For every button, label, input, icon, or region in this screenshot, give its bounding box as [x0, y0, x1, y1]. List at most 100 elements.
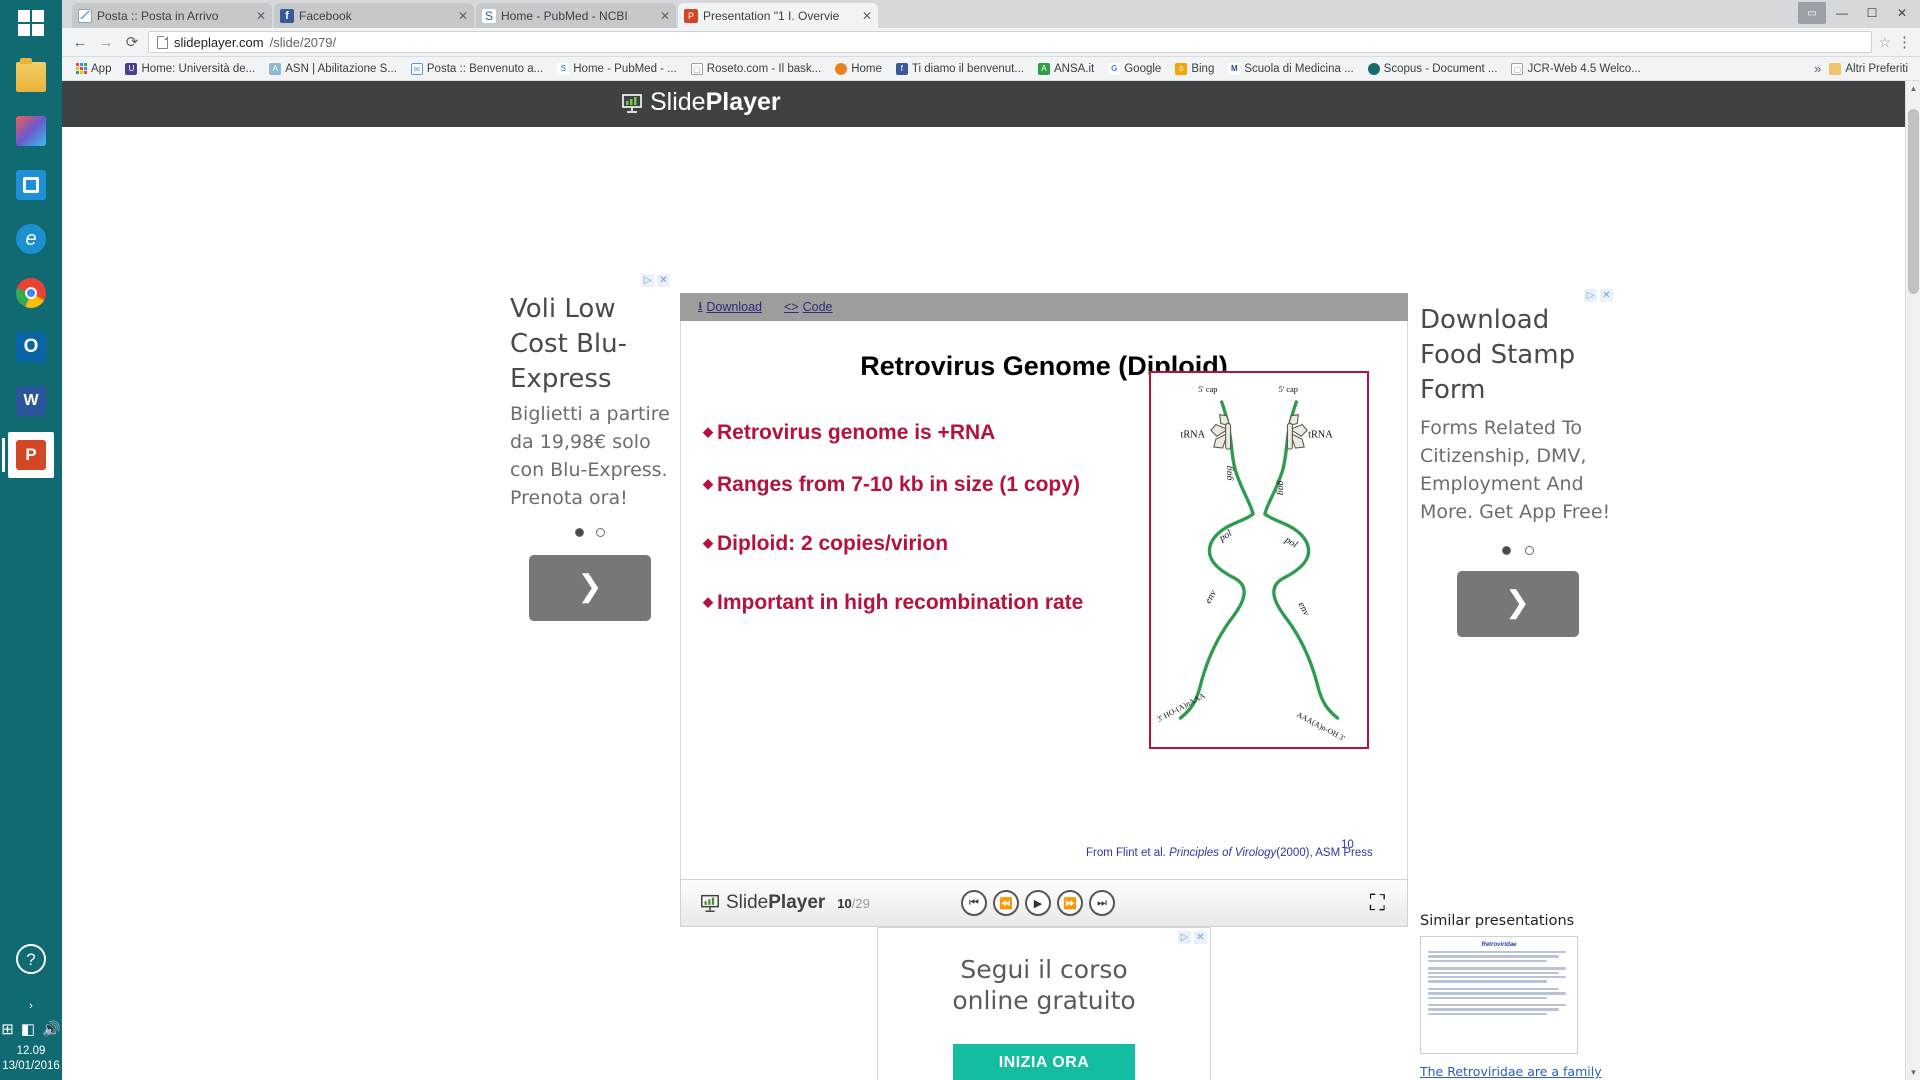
carousel-dot-2[interactable]: [596, 528, 605, 537]
close-icon[interactable]: ✕: [862, 9, 872, 23]
next-slide-button[interactable]: ⏩: [1057, 890, 1083, 916]
window-close-button[interactable]: ✕: [1888, 2, 1916, 24]
bookmark-universita[interactable]: U Home: Università de...: [119, 61, 261, 77]
bookmark-home[interactable]: Home: [829, 61, 888, 77]
taskbar-bottom-group: ? › ⊞ ◧ 🔊 12.09 13/01/2016: [0, 944, 62, 1080]
carousel-dot-1[interactable]: [575, 528, 584, 537]
similar-presentation-link[interactable]: The Retroviridae are a family of envelop…: [1420, 1062, 1615, 1080]
slideplayer-wordmark: SlidePlayer: [650, 88, 781, 116]
similar-heading: Similar presentations: [1420, 913, 1575, 929]
ad-next-button[interactable]: ❯: [1456, 571, 1579, 637]
taskbar-item-store[interactable]: [8, 162, 54, 208]
bottom-advertisement[interactable]: ▷ ✕ Segui il corso online gratuito INIZI…: [877, 927, 1211, 1080]
player-logo[interactable]: SlidePlayer: [699, 892, 825, 914]
bookmark-facebook[interactable]: f Ti diamo il benvenut...: [890, 61, 1030, 77]
ad-close-icon[interactable]: ✕: [1194, 931, 1207, 944]
taskbar-item-outlook[interactable]: [8, 324, 54, 370]
ad-carousel-dots[interactable]: [1420, 546, 1615, 555]
bookmarks-overflow-button[interactable]: »: [1808, 61, 1827, 76]
scrollbar-thumb[interactable]: [1908, 109, 1919, 294]
left-advertisement[interactable]: ▷ ✕ Voli Low Cost Blu-Express Biglietti …: [510, 274, 670, 621]
tray-start-icon[interactable]: ⊞: [1, 1020, 14, 1038]
folder-icon: [1829, 62, 1842, 75]
first-slide-button[interactable]: ⏮: [961, 890, 987, 916]
taskbar-item-file-explorer[interactable]: [8, 54, 54, 100]
bookmark-pubmed[interactable]: S Home - PubMed - ...: [551, 61, 683, 77]
similar-thumbnail[interactable]: Retroviridae: [1420, 936, 1578, 1054]
scroll-up-arrow[interactable]: ▲: [1906, 81, 1920, 96]
ad-carousel-dots[interactable]: [510, 528, 670, 537]
taskbar-clock[interactable]: 12.09 13/01/2016: [0, 1044, 62, 1080]
browser-tab-2[interactable]: S Home - PubMed - NCBI ✕: [476, 3, 676, 28]
outlook-icon: [16, 332, 46, 362]
back-button[interactable]: ←: [70, 34, 90, 51]
taskbar-item-chrome[interactable]: [8, 270, 54, 316]
ad-close-icon[interactable]: ✕: [1600, 289, 1613, 302]
slide-canvas[interactable]: Retrovirus Genome (Diploid) ◆ Retrovirus…: [680, 321, 1408, 879]
bookmark-bing[interactable]: b Bing: [1169, 61, 1220, 77]
mail-icon: ✉: [410, 62, 423, 75]
taskbar-item-word[interactable]: [8, 378, 54, 424]
carousel-dot-2[interactable]: [1524, 546, 1534, 555]
last-slide-button[interactable]: ⏭: [1089, 890, 1115, 916]
other-bookmarks-folder[interactable]: Altri Preferiti: [1829, 62, 1912, 75]
bookmark-scopus[interactable]: Scopus - Document ...: [1362, 61, 1504, 77]
bookmark-apps[interactable]: App: [70, 61, 117, 77]
page-scrollbar[interactable]: ▲ ▼: [1905, 81, 1920, 1080]
scroll-down-arrow[interactable]: ▼: [1906, 1065, 1920, 1080]
ad-info-icon[interactable]: ▷: [641, 274, 654, 287]
bookmark-label: Roseto.com - Il bask...: [706, 62, 822, 75]
right-advertisement[interactable]: ▷ ✕ Download Food Stamp Form Forms Relat…: [1420, 289, 1615, 637]
page-info-icon[interactable]: [157, 35, 168, 49]
bookmark-label: Home - PubMed - ...: [573, 62, 677, 75]
ad-close-icon[interactable]: ✕: [657, 274, 670, 287]
browser-tab-0[interactable]: Posta :: Posta in Arrivo ✕: [72, 3, 272, 28]
taskbar-item-photos[interactable]: [8, 108, 54, 154]
ad-info-icon[interactable]: ▷: [1584, 289, 1597, 302]
ad-info-icon[interactable]: ▷: [1178, 931, 1191, 944]
bookmark-roseto[interactable]: ▢ Roseto.com - Il bask...: [685, 61, 827, 77]
reload-button[interactable]: ⟳: [122, 33, 142, 51]
bookmark-star-icon[interactable]: ☆: [1878, 34, 1891, 51]
bookmark-google[interactable]: G Google: [1102, 61, 1167, 77]
address-bar[interactable]: slideplayer.com/slide/2079/: [148, 31, 1873, 53]
bookmark-ansa[interactable]: A ANSA.it: [1032, 61, 1100, 77]
previous-slide-button[interactable]: ⏪: [993, 890, 1019, 916]
start-button[interactable]: [0, 0, 62, 46]
retrovirus-diploid-rna-diagram: 5' cap 5' cap tRNA tRNA gag gag pol pol …: [1149, 371, 1369, 749]
taskbar-item-edge[interactable]: [8, 216, 54, 262]
bookmark-label: ANSA.it: [1053, 62, 1095, 75]
tray-network-icon[interactable]: ◧: [21, 1020, 35, 1038]
browser-tab-3-active[interactable]: P Presentation "1 I. Overvie ✕: [678, 3, 878, 28]
bookmark-asn[interactable]: A ASN | Abilitazione S...: [263, 61, 403, 77]
ad-next-button[interactable]: ❯: [529, 555, 651, 621]
slideplayer-logo[interactable]: SlidePlayer: [620, 88, 781, 117]
close-icon[interactable]: ✕: [458, 9, 468, 23]
system-tray[interactable]: ⊞ ◧ 🔊: [0, 1020, 62, 1044]
other-bookmarks-label: Altri Preferiti: [1845, 62, 1908, 75]
tray-volume-icon[interactable]: 🔊: [42, 1020, 61, 1038]
taskbar-item-powerpoint[interactable]: [2, 432, 54, 478]
bookmark-posta[interactable]: ✉ Posta :: Benvenuto a...: [405, 61, 549, 77]
window-minimize-button[interactable]: —: [1828, 2, 1856, 24]
close-icon[interactable]: ✕: [256, 9, 266, 23]
window-maximize-button[interactable]: ☐: [1858, 2, 1886, 24]
chrome-menu-icon[interactable]: ⋮: [1897, 35, 1912, 50]
chevron-right-icon[interactable]: ›: [0, 1000, 62, 1012]
code-link[interactable]: <> Code: [784, 300, 833, 314]
play-button[interactable]: ▶: [1025, 890, 1051, 916]
close-icon[interactable]: ✕: [660, 9, 670, 23]
window-restore-button[interactable]: ▭: [1798, 2, 1826, 24]
carousel-dot-1[interactable]: [1501, 546, 1511, 555]
bookmark-jcr[interactable]: ▢ JCR-Web 4.5 Welco...: [1505, 61, 1646, 77]
rna-strands-svg: 5' cap 5' cap tRNA tRNA gag gag pol pol …: [1156, 385, 1347, 743]
forward-button[interactable]: →: [96, 34, 116, 51]
fullscreen-icon[interactable]: ⛶: [1370, 890, 1385, 916]
help-icon[interactable]: ?: [16, 944, 46, 974]
download-link[interactable]: ⭳ Download: [698, 297, 762, 318]
ad-cta-button[interactable]: INIZIA ORA: [953, 1044, 1135, 1080]
university-icon: U: [125, 62, 138, 75]
ad-title-line-2: online gratuito: [952, 986, 1136, 1015]
browser-tab-1[interactable]: f Facebook ✕: [274, 3, 474, 28]
bookmark-scuola-medicina[interactable]: M Scuola di Medicina ...: [1222, 61, 1359, 77]
